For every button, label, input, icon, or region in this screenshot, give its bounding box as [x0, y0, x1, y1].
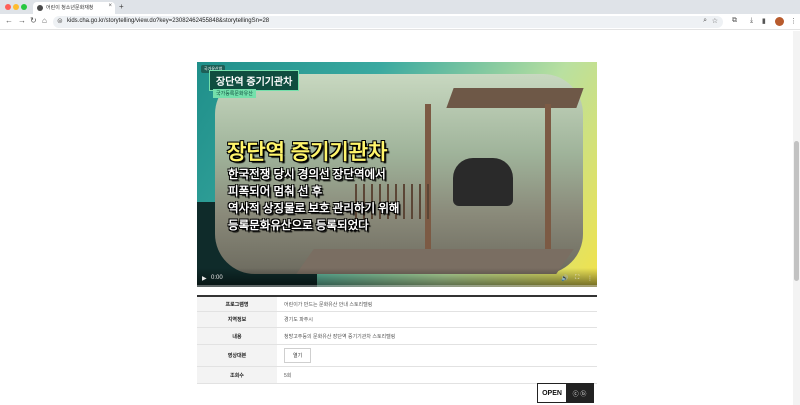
video-controls: ▶ 0:00 🔊 ⛶ ⋮	[197, 268, 597, 287]
back-button[interactable]: ←	[5, 16, 13, 25]
minimize-window-button[interactable]	[13, 4, 19, 10]
row-value: 경기도 파주시	[284, 317, 313, 323]
home-button[interactable]: ⌂	[42, 16, 47, 25]
progress-bar[interactable]	[197, 285, 597, 287]
open-script-button[interactable]: 열기	[284, 348, 312, 363]
row-value: 청방고주등의 문화유산 장단역 증기기관차 스토리텔링	[284, 333, 396, 340]
info-row-program: 프로그램명 어린이가 만드는 문화유산 안내 스토리텔링	[197, 297, 597, 312]
row-label: 프로그램명	[197, 297, 277, 311]
row-value: 열기	[277, 345, 597, 366]
zoom-icon[interactable]: ⌕	[703, 17, 707, 25]
row-label: 지역정보	[197, 312, 277, 327]
fullscreen-icon[interactable]: ⛶	[575, 275, 579, 282]
info-row-script: 영상대본 열기	[197, 345, 597, 367]
browser-tab-bar: 어린이 청소년문화재청 × +	[0, 0, 800, 14]
sidepanel-icon[interactable]: ▮	[762, 17, 766, 25]
license-icons: ⓒ ⓑ	[566, 384, 593, 402]
info-row-region: 지역정보 경기도 파주시	[197, 312, 597, 328]
play-icon[interactable]: ▶	[202, 275, 207, 282]
close-window-button[interactable]	[5, 4, 11, 10]
open-license-mark: OPEN ⓒ ⓑ	[537, 383, 594, 403]
forward-button[interactable]: →	[18, 16, 26, 25]
site-info-icon[interactable]: ⊜	[57, 17, 63, 25]
menu-kebab-icon[interactable]: ⋮	[790, 17, 797, 25]
scrollbar-thumb[interactable]	[794, 141, 799, 281]
browser-toolbar: ← → ↻ ⌂ ⊜ kids.cha.go.kr/storytelling/vi…	[0, 14, 800, 30]
caption-line: 등록문화유산으로 등록되었다	[228, 220, 369, 232]
open-license-text: OPEN	[542, 389, 562, 397]
more-options-icon[interactable]: ⋮	[587, 275, 593, 282]
bookmark-star-icon[interactable]: ☆	[712, 17, 718, 25]
row-label: 영상대본	[197, 345, 277, 366]
maximize-window-button[interactable]	[21, 4, 27, 10]
favicon-icon	[37, 5, 43, 11]
caption-line: 역사적 상징물로 보호 관리하기 위해	[228, 203, 400, 215]
caption-line: 피폭되어 멈춰 선 후	[228, 186, 323, 198]
row-value: 어린이가 만드는 문화유산 안내 스토리텔링	[284, 301, 373, 308]
reload-button[interactable]: ↻	[30, 16, 37, 25]
tab-title: 어린이 청소년문화재청	[46, 5, 94, 11]
video-title-box: 장단역 증기기관차	[209, 70, 300, 91]
browser-tab-active[interactable]: 어린이 청소년문화재청 ×	[33, 2, 115, 14]
time-display: 0:00	[211, 275, 223, 281]
page-scrollbar[interactable]	[793, 31, 800, 405]
address-bar[interactable]: ⊜ kids.cha.go.kr/storytelling/view.do?ke…	[53, 16, 723, 28]
row-label: 내용	[197, 328, 277, 344]
station-roof	[446, 88, 584, 108]
extensions-icon[interactable]: ⧉	[732, 17, 737, 25]
row-label: 조회수	[197, 367, 277, 383]
info-row-views: 조회수 5회	[197, 367, 597, 384]
url-text[interactable]: kids.cha.go.kr/storytelling/view.do?key=…	[67, 18, 269, 24]
info-row-content: 내용 청방고주등의 문화유산 장단역 증기기관차 스토리텔링	[197, 328, 597, 345]
volume-icon[interactable]: 🔊	[561, 275, 568, 282]
info-table: 프로그램명 어린이가 만드는 문화유산 안내 스토리텔링 지역정보 경기도 파주…	[197, 295, 597, 384]
tab-close-icon[interactable]: ×	[108, 3, 112, 9]
row-value: 5회	[284, 372, 292, 379]
video-subtitle-box: 국가등록문화유산	[213, 89, 256, 98]
new-tab-button[interactable]: +	[119, 2, 124, 11]
profile-avatar[interactable]	[775, 17, 784, 26]
roof-pillar	[425, 104, 431, 254]
video-player[interactable]: 국가유산청 장단역 증기기관차 국가등록문화유산 장단역 증기기관차 한국전쟁 …	[197, 62, 597, 287]
caption-title: 장단역 증기기관차	[227, 141, 388, 164]
caption-line: 한국전쟁 당시 경의선 장단역에서	[228, 169, 386, 181]
steam-locomotive	[453, 158, 513, 206]
download-icon[interactable]: ⤓	[750, 17, 753, 25]
